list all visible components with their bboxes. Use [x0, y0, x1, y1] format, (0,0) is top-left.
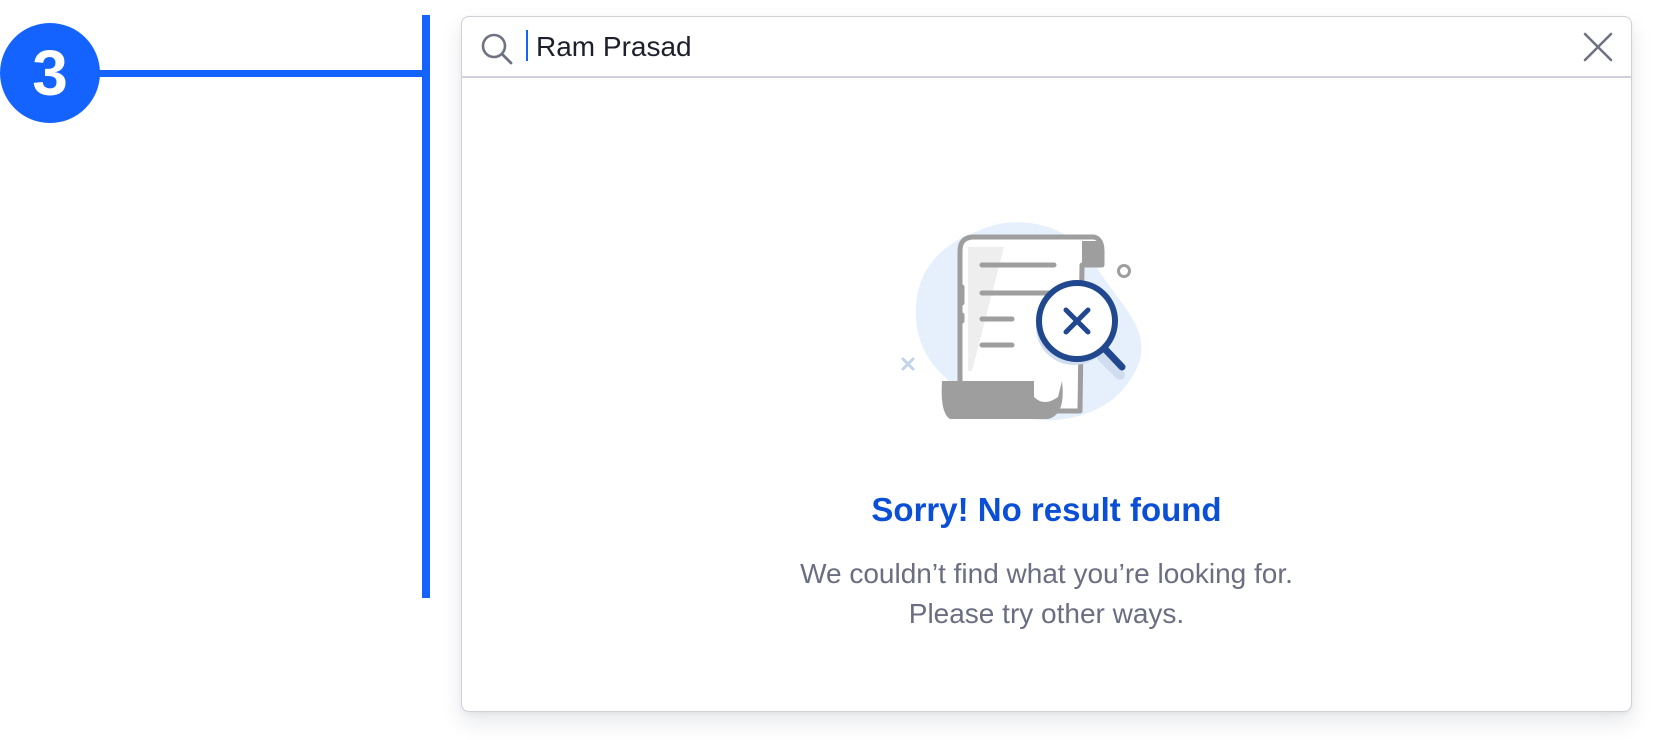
stage: 3 Ram Prasad Sorry! No result found We c… [0, 0, 1656, 740]
no-result-illustration [901, 222, 1142, 421]
text-caret [526, 30, 528, 61]
search-panel: Sorry! No result found We couldn’t find … [461, 16, 1632, 712]
empty-state-description: We couldn’t find what you’re looking for… [462, 554, 1631, 634]
search-bar [462, 17, 1631, 78]
search-input[interactable] [536, 27, 1516, 67]
close-icon[interactable] [1581, 30, 1615, 64]
search-icon [481, 33, 513, 65]
empty-state-title: Sorry! No result found [871, 491, 1222, 528]
empty-state-description-line2: Please try other ways. [908, 598, 1185, 629]
annotation-bracket-line [422, 15, 430, 598]
annotation-connector-line [96, 70, 423, 77]
step-badge: 3 [0, 23, 100, 123]
empty-state-description-line1: We couldn’t find what you’re looking for… [800, 558, 1293, 589]
